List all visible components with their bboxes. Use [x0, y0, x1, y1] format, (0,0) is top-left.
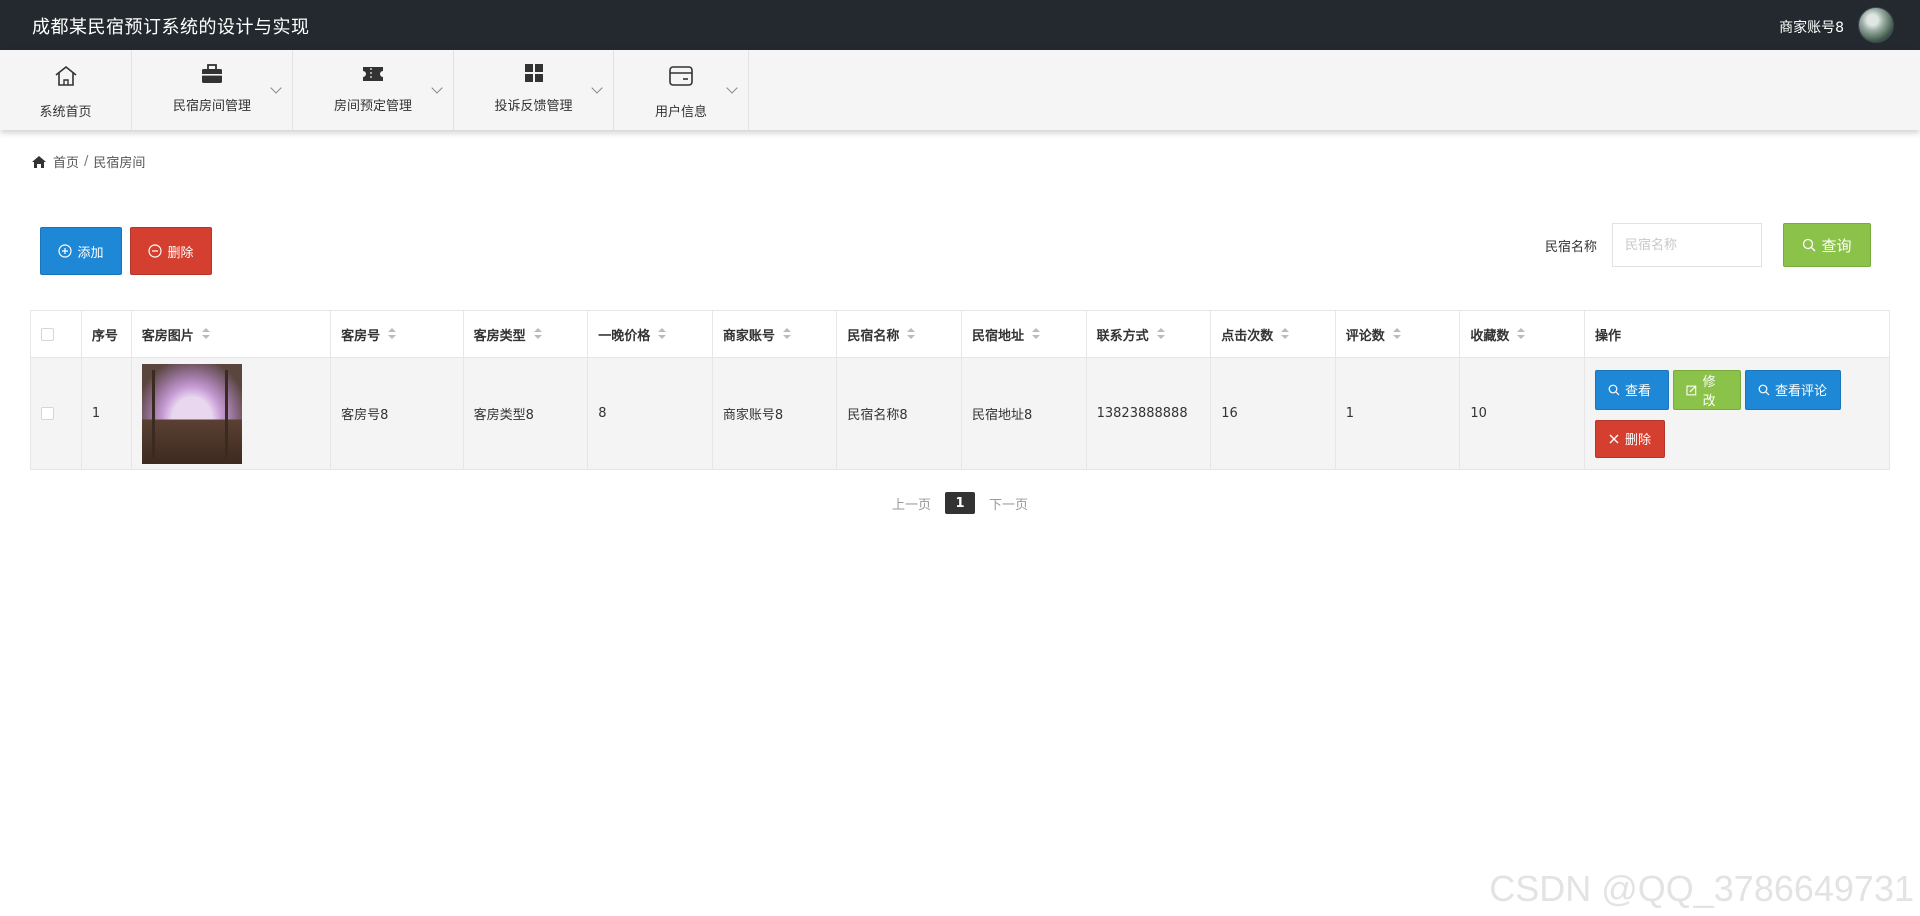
- sort-icon[interactable]: [782, 328, 791, 340]
- main-menu: 系统首页 民宿房间管理 房间预定管理 投诉反馈管理 用户信息: [0, 50, 1920, 130]
- batch-delete-button[interactable]: 删除: [130, 227, 212, 275]
- wallet-icon: [669, 66, 693, 86]
- row-index: 1: [82, 358, 132, 469]
- sort-icon[interactable]: [907, 328, 916, 340]
- homestay-address: 民宿地址8: [962, 358, 1087, 469]
- sort-icon[interactable]: [1156, 328, 1165, 340]
- home-icon: [32, 155, 46, 168]
- search-button[interactable]: 查询: [1783, 223, 1871, 267]
- sort-icon[interactable]: [201, 328, 210, 340]
- room-number: 客房号8: [331, 358, 464, 469]
- column-header[interactable]: 联系方式: [1087, 311, 1212, 357]
- prev-page-link[interactable]: 上一页: [892, 494, 931, 513]
- menu-item-complaint-management[interactable]: 投诉反馈管理: [454, 50, 614, 130]
- favorite-count: 10: [1460, 358, 1585, 469]
- minus-circle-icon: [148, 244, 163, 258]
- current-user-name[interactable]: 商家账号8: [1779, 17, 1844, 37]
- search-icon: [1758, 384, 1770, 395]
- search-button-label: 查询: [1821, 236, 1852, 255]
- sort-icon[interactable]: [1032, 328, 1041, 340]
- view-comments-button[interactable]: 查看评论: [1744, 369, 1841, 410]
- briefcase-icon: [202, 64, 222, 83]
- room-image[interactable]: [141, 363, 242, 464]
- app-title: 成都某民宿预订系统的设计与实现: [32, 17, 310, 38]
- select-all-cell: [31, 311, 82, 357]
- add-button-label: 添加: [77, 245, 104, 261]
- breadcrumb: 首页 / 民宿房间: [31, 152, 145, 171]
- batch-delete-button-label: 删除: [167, 245, 194, 261]
- row-select-cell: [31, 358, 82, 469]
- pagination: 上一页 1 下一页: [0, 492, 1920, 514]
- sort-icon[interactable]: [1392, 328, 1401, 340]
- column-header[interactable]: 客房号: [331, 311, 464, 357]
- menu-item-booking-management-label: 房间预定管理: [333, 99, 412, 114]
- column-header[interactable]: 民宿名称: [837, 311, 963, 357]
- top-bar: 成都某民宿预订系统的设计与实现 商家账号8: [0, 0, 1920, 50]
- comment-count: 1: [1336, 358, 1461, 469]
- home-icon: [55, 65, 76, 86]
- menu-item-booking-management[interactable]: 房间预定管理: [293, 50, 454, 130]
- table-header: 序号 客房图片 客房号 客房类型 一晚价格 商家账号 民宿名称 民宿地址 联系方…: [31, 311, 1889, 358]
- edit-icon: [1686, 385, 1697, 395]
- chevron-down-icon: [270, 82, 282, 94]
- breadcrumb-separator: /: [84, 154, 89, 169]
- row-checkbox[interactable]: [41, 407, 54, 420]
- chevron-down-icon: [726, 82, 738, 94]
- sort-icon[interactable]: [388, 328, 397, 340]
- search-icon: [1608, 384, 1620, 395]
- edit-button[interactable]: 修改: [1672, 369, 1741, 410]
- table-row: 1 客房号8 客房类型8 8 商家账号8 民宿名称8 民宿地址8 1382388…: [31, 358, 1889, 469]
- sort-icon[interactable]: [1517, 328, 1526, 340]
- watermark: CSDN @QQ_3786649731: [1489, 868, 1914, 909]
- column-header: 序号: [82, 311, 132, 357]
- menu-item-room-management-label: 民宿房间管理: [172, 99, 251, 114]
- menu-item-home-label: 系统首页: [39, 105, 92, 120]
- add-button[interactable]: 添加: [40, 227, 122, 275]
- room-table: 序号 客房图片 客房号 客房类型 一晚价格 商家账号 民宿名称 民宿地址 联系方…: [30, 310, 1890, 470]
- menu-item-user-info[interactable]: 用户信息: [614, 50, 749, 130]
- breadcrumb-current: 民宿房间: [93, 156, 146, 171]
- plus-circle-icon: [58, 244, 73, 258]
- search-icon: [1803, 238, 1816, 252]
- view-button[interactable]: 查看: [1594, 369, 1669, 410]
- column-header[interactable]: 客房类型: [464, 311, 589, 357]
- select-all-checkbox[interactable]: [41, 327, 54, 341]
- menu-item-user-info-label: 用户信息: [654, 105, 707, 120]
- current-page[interactable]: 1: [945, 492, 975, 514]
- menu-item-room-management[interactable]: 民宿房间管理: [132, 50, 293, 130]
- next-page-link[interactable]: 下一页: [989, 494, 1028, 513]
- column-header[interactable]: 收藏数: [1460, 311, 1585, 357]
- delete-row-button[interactable]: 删除: [1594, 419, 1665, 458]
- ticket-icon: [363, 67, 383, 81]
- menu-item-home[interactable]: 系统首页: [0, 50, 132, 130]
- grid-icon: [524, 64, 543, 82]
- nightly-price: 8: [588, 358, 713, 469]
- row-actions: 查看 修改 查看评论 删除: [1585, 358, 1889, 469]
- room-type: 客房类型8: [464, 358, 589, 469]
- homestay-name: 民宿名称8: [837, 358, 963, 469]
- close-icon: [1609, 434, 1619, 443]
- chevron-down-icon: [431, 82, 443, 94]
- click-count: 16: [1211, 358, 1336, 469]
- column-header[interactable]: 民宿地址: [962, 311, 1087, 357]
- merchant-account: 商家账号8: [713, 358, 838, 469]
- user-avatar[interactable]: [1858, 7, 1894, 43]
- breadcrumb-home[interactable]: 首页: [53, 152, 79, 171]
- homestay-name-search-input[interactable]: [1612, 223, 1762, 267]
- column-header[interactable]: 点击次数: [1211, 311, 1336, 357]
- chevron-down-icon: [591, 82, 603, 94]
- room-image-cell: [132, 358, 332, 469]
- sort-icon[interactable]: [1281, 328, 1290, 340]
- sort-icon[interactable]: [533, 328, 542, 340]
- column-header[interactable]: 一晚价格: [588, 311, 713, 357]
- menu-item-complaint-management-label: 投诉反馈管理: [494, 99, 573, 114]
- search-label: 民宿名称: [1545, 240, 1598, 255]
- column-header[interactable]: 评论数: [1336, 311, 1461, 357]
- sort-icon[interactable]: [658, 328, 667, 340]
- column-header[interactable]: 客房图片: [132, 311, 332, 357]
- column-header[interactable]: 商家账号: [713, 311, 838, 357]
- contact-phone: 13823888888: [1087, 358, 1212, 469]
- column-header: 操作: [1594, 328, 1621, 344]
